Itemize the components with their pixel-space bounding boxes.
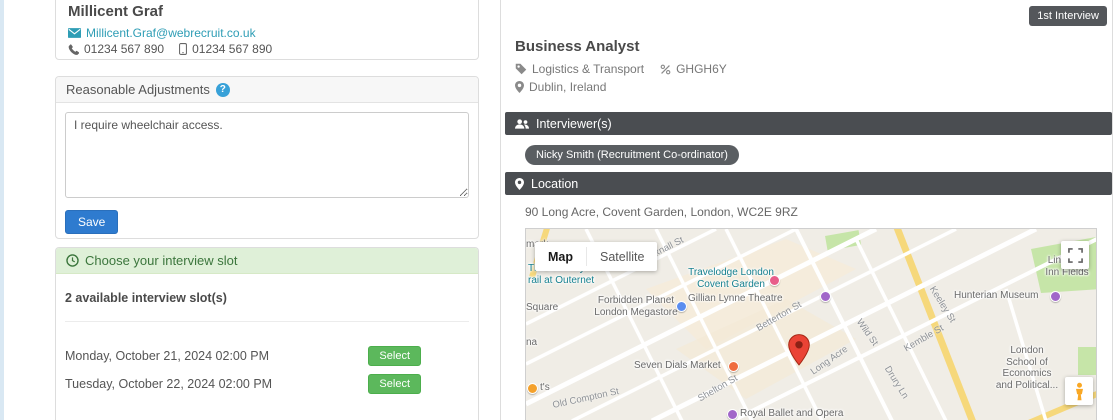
interviewer-pill: Nicky Smith (Recruitment Co-ordinator) — [525, 145, 739, 165]
map-label-royal-ballet-opera: Royal Ballet and Opera — [740, 408, 843, 420]
slots-divider — [65, 321, 469, 322]
location-pin-icon — [515, 81, 524, 93]
slot-date: Tuesday, October 22, 2024 02:00 PM — [65, 377, 272, 391]
map-label-partial-ts: t's — [540, 382, 550, 394]
adjustments-title: Reasonable Adjustments — [66, 82, 210, 97]
fullscreen-button[interactable] — [1061, 241, 1089, 269]
pegman-button[interactable] — [1065, 377, 1093, 405]
map-marker-icon[interactable] — [788, 334, 810, 366]
candidate-email-link[interactable]: Millicent.Graf@webrecruit.co.uk — [86, 26, 256, 40]
candidate-phone-row: 01234 567 890 01234 567 890 — [68, 42, 466, 56]
job-location-row: Dublin, Ireland — [515, 80, 606, 94]
select-slot-button[interactable]: Select — [368, 346, 421, 366]
adjustments-header: Reasonable Adjustments ? — [56, 77, 478, 103]
available-slots-count: 2 available interview slot(s) — [65, 291, 469, 305]
job-meta-row: Logistics & Transport GHGH6Y — [515, 62, 727, 76]
reference-icon — [660, 64, 671, 75]
email-icon — [68, 28, 81, 38]
tag-icon — [515, 63, 527, 75]
map-canvas[interactable]: Travelodge London Covent Garden Gillian … — [525, 228, 1097, 420]
map-label-forbidden-planet: Forbidden Planet London Megastore — [588, 295, 684, 318]
poi-market-icon[interactable] — [728, 361, 739, 372]
poi-restaurant-icon[interactable] — [527, 383, 538, 394]
candidate-phone: 01234 567 890 — [84, 42, 164, 56]
slots-body: 2 available interview slot(s) Monday, Oc… — [56, 274, 478, 411]
map-label-partial-na: na — [526, 337, 537, 349]
poi-lodging-icon[interactable] — [769, 275, 780, 286]
map-type-satellite-button[interactable]: Satellite — [587, 242, 657, 271]
select-slot-button[interactable]: Select — [368, 374, 421, 394]
map-label-gillian-lynne-theatre: Gillian Lynne Theatre — [688, 293, 783, 305]
phone-icon — [68, 44, 79, 55]
interview-stage-badge: 1st Interview — [1029, 6, 1107, 26]
interviewers-section-header: Interviewer(s) — [505, 112, 1112, 135]
interview-details-page: Millicent Graf Millicent.Graf@webrecruit… — [0, 0, 1120, 420]
slot-row: Tuesday, October 22, 2024 02:00 PM Selec… — [65, 374, 469, 394]
slots-header: Choose your interview slot — [56, 248, 478, 274]
location-section-header: Location — [505, 172, 1112, 195]
job-title: Business Analyst — [515, 38, 640, 55]
adjustments-body: I require wheelchair access. Save — [56, 103, 478, 243]
candidate-email-row: Millicent.Graf@webrecruit.co.uk — [68, 26, 466, 40]
vacancy-panel: 1st Interview Business Analyst Logistics… — [505, 0, 1112, 420]
poi-museum-icon[interactable] — [1050, 291, 1061, 302]
map-pin-icon — [515, 178, 524, 190]
pegman-icon — [1074, 382, 1085, 401]
map-label-lse: London School of Economics and Political… — [990, 345, 1064, 391]
users-icon — [515, 118, 529, 130]
location-title: Location — [531, 177, 578, 191]
column-divider — [500, 0, 501, 420]
job-sector: Logistics & Transport — [532, 62, 644, 76]
page-left-accent — [0, 0, 4, 420]
clock-icon — [66, 254, 79, 267]
map-label-hunterian-museum: Hunterian Museum — [954, 290, 1038, 302]
map-type-control: Map Satellite — [535, 242, 657, 271]
interview-slots-panel: Choose your interview slot 2 available i… — [55, 247, 479, 420]
job-reference-item: GHGH6Y — [660, 62, 727, 76]
job-sector-item: Logistics & Transport — [515, 62, 644, 76]
slots-title: Choose your interview slot — [85, 253, 237, 268]
interviewers-title: Interviewer(s) — [536, 117, 612, 131]
poi-theatre-icon[interactable] — [820, 291, 831, 302]
candidate-mobile: 01234 567 890 — [192, 42, 272, 56]
map-type-map-button[interactable]: Map — [535, 242, 586, 271]
mobile-icon — [179, 43, 187, 55]
candidate-contact-card: Millicent Graf Millicent.Graf@webrecruit… — [55, 0, 479, 60]
slot-row: Monday, October 21, 2024 02:00 PM Select — [65, 346, 469, 366]
candidate-name: Millicent Graf — [68, 3, 466, 20]
job-reference: GHGH6Y — [676, 62, 727, 76]
help-icon[interactable]: ? — [216, 83, 230, 97]
job-location: Dublin, Ireland — [529, 80, 606, 94]
map-label-seven-dials-market: Seven Dials Market — [634, 360, 721, 372]
slot-date: Monday, October 21, 2024 02:00 PM — [65, 349, 269, 363]
fullscreen-icon — [1068, 248, 1083, 263]
poi-store-icon[interactable] — [676, 301, 687, 312]
save-button[interactable]: Save — [65, 210, 118, 234]
venue-address: 90 Long Acre, Covent Garden, London, WC2… — [525, 205, 798, 219]
map-label-partial-square: Square — [526, 302, 558, 314]
reasonable-adjustments-panel: Reasonable Adjustments ? I require wheel… — [55, 76, 479, 239]
page-right-border — [1112, 0, 1113, 420]
adjustments-textarea[interactable]: I require wheelchair access. — [65, 112, 469, 198]
poi-opera-icon[interactable] — [727, 409, 738, 420]
